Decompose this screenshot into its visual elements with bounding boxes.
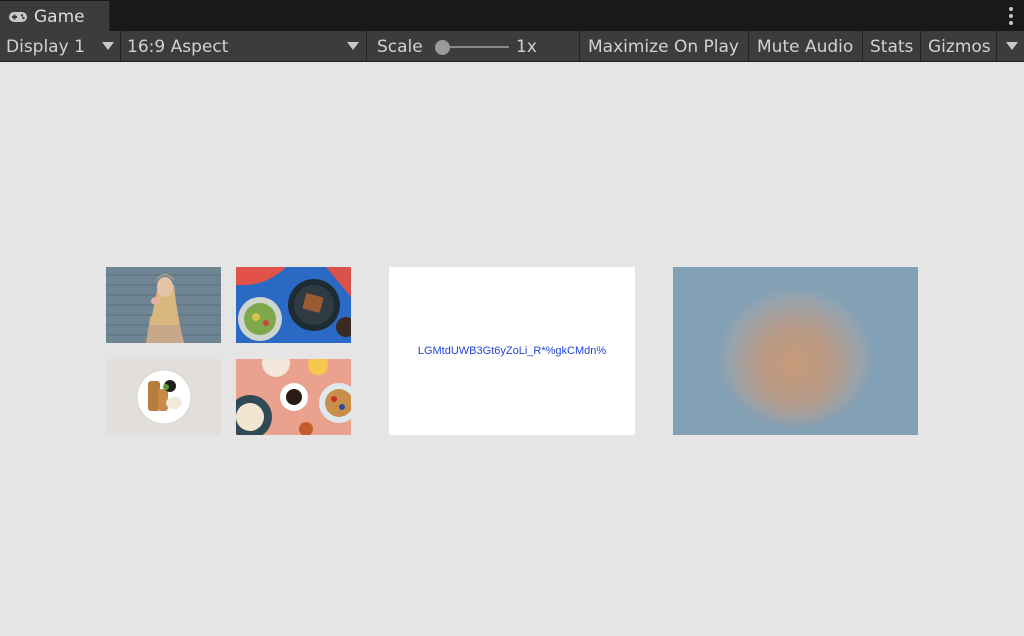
aspect-label: 16:9 Aspect	[127, 36, 229, 57]
display-dropdown[interactable]: Display 1	[0, 31, 121, 62]
coffee-breakfast-photo	[236, 359, 351, 435]
tab-game[interactable]: Game	[0, 1, 110, 32]
scale-label: Scale	[377, 36, 423, 57]
chevron-down-icon	[347, 42, 359, 50]
gizmos-toggle[interactable]: Gizmos	[921, 31, 997, 62]
blurred-subject	[723, 292, 868, 422]
blurhash-text: LGMtdUWB3Gt6yZoLi_R*%gkCMdn%	[417, 345, 607, 357]
chevron-down-icon	[1006, 42, 1018, 50]
mute-label: Mute Audio	[757, 36, 854, 57]
chevron-down-icon	[102, 42, 114, 50]
scale-slider-thumb[interactable]	[435, 40, 450, 55]
gizmos-label: Gizmos	[928, 36, 991, 57]
scale-value: 1x	[516, 36, 537, 57]
mute-audio-toggle[interactable]: Mute Audio	[749, 31, 863, 62]
food-plate-blue-photo	[236, 267, 351, 343]
blurred-preview-image	[673, 267, 918, 435]
game-toolbar: Display 1 16:9 Aspect Scale 1x Maximize …	[0, 31, 1024, 62]
maximize-on-play-toggle[interactable]: Maximize On Play	[580, 31, 749, 62]
maximize-label: Maximize On Play	[588, 36, 739, 57]
gamepad-icon	[9, 11, 27, 22]
display-label: Display 1	[6, 36, 85, 57]
aspect-dropdown[interactable]: 16:9 Aspect	[121, 31, 367, 62]
waffles-plate-photo	[106, 359, 221, 435]
woman-eating-photo	[106, 267, 221, 343]
gizmos-dropdown[interactable]	[997, 31, 1024, 62]
tab-label: Game	[34, 6, 85, 27]
scale-slider-track[interactable]	[443, 46, 509, 48]
placeholder-hash-panel: LGMtdUWB3Gt6yZoLi_R*%gkCMdn%	[389, 267, 635, 435]
tab-bar: Game	[0, 0, 1024, 32]
stats-label: Stats	[870, 36, 914, 57]
more-options-icon[interactable]	[1008, 7, 1014, 25]
stats-toggle[interactable]: Stats	[863, 31, 921, 62]
